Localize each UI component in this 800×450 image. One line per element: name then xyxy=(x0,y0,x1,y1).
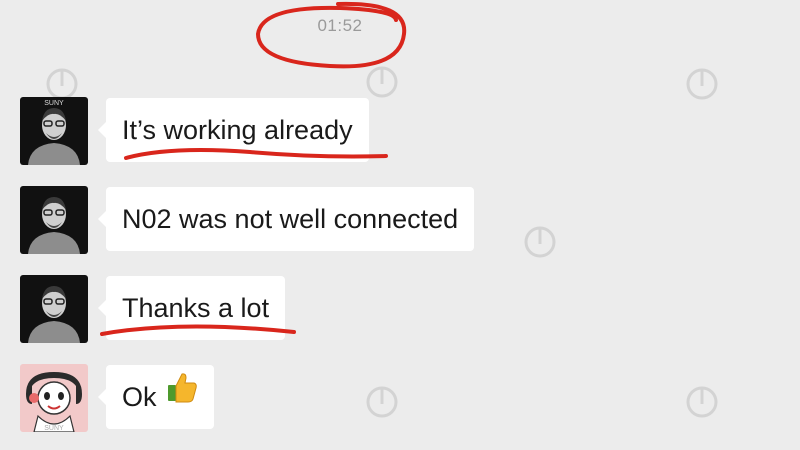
message-timestamp: 01:52 xyxy=(317,16,363,35)
contact-avatar[interactable]: SUNY xyxy=(20,97,88,165)
watermark-logo-icon xyxy=(366,66,398,98)
self-avatar[interactable]: SUNY xyxy=(20,364,88,432)
message-bubble[interactable]: Thanks a lot xyxy=(97,276,286,340)
message-text: N02 was not well connected xyxy=(122,204,459,234)
watermark-logo-icon xyxy=(686,386,718,418)
message-bubble[interactable]: It’s working already xyxy=(98,98,369,162)
watermark-logo-icon xyxy=(524,226,556,258)
message-bubble[interactable]: N02 was not well connected xyxy=(97,187,475,251)
message-text: It’s working already xyxy=(122,115,353,145)
contact-avatar[interactable] xyxy=(20,275,88,343)
watermark-logo-icon xyxy=(46,68,78,100)
watermark-logo-icon xyxy=(366,386,398,418)
contact-avatar[interactable] xyxy=(20,186,88,254)
message-text: Ok xyxy=(122,382,157,412)
chat-window: 01:52 SUNY It’s working already N02 was xyxy=(0,0,800,450)
message-bubble[interactable]: Ok xyxy=(97,364,215,429)
message-text: Thanks a lot xyxy=(122,293,270,323)
thumbs-up-icon xyxy=(166,364,198,428)
svg-text:SUNY: SUNY xyxy=(44,425,64,432)
watermark-logo-icon xyxy=(686,68,718,100)
